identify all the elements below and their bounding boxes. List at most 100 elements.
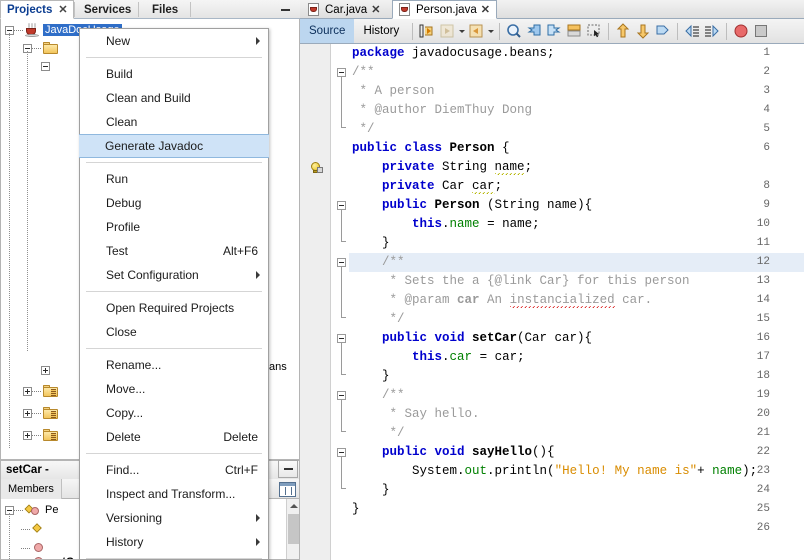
menu-item-history[interactable]: History [80,530,268,554]
tab-history[interactable]: History [354,19,408,43]
tree-expand-handle-pkg[interactable] [41,61,50,71]
tree-node-libs-2[interactable] [23,405,59,421]
window-tab-projects[interactable]: Projects ✕ [0,0,74,19]
editor-tab-car-java[interactable]: Car.java ✕ [302,0,386,19]
panel-layout-icon[interactable] [279,482,296,497]
code-line[interactable]: * A person [352,82,804,101]
code-line[interactable]: * @author DiemThuy Dong [352,101,804,120]
project-context-menu[interactable]: New Build Clean and Build Clean Generate… [79,28,269,560]
code-line[interactable]: */ [352,310,804,329]
menu-item-delete[interactable]: Delete Delete [80,425,268,449]
navigator-minimize-button[interactable] [278,460,298,478]
menu-item-profile[interactable]: Profile [80,215,268,239]
editor-tab-car-java-close-icon[interactable]: ✕ [371,3,380,16]
code-line[interactable]: package javadocusage.beans; [352,44,804,63]
code-line[interactable]: private Car car; [352,177,804,196]
code-line[interactable]: } [352,481,804,500]
fold-toggle[interactable] [337,448,346,457]
shift-line-right-icon[interactable] [703,22,721,40]
tab-source[interactable]: Source [300,19,355,43]
code-line[interactable]: } [352,500,804,519]
code-line[interactable]: } [352,367,804,386]
fold-toggle[interactable] [337,391,346,400]
menu-item-new[interactable]: New [80,29,268,53]
menu-item-rename[interactable]: Rename... [80,353,268,377]
tree-expand-handle-libs-1[interactable] [23,386,32,396]
lightbulb-hint-icon[interactable] [309,161,324,176]
editor-tab-person-java[interactable]: Person.java ✕ [392,0,497,19]
menu-item-close[interactable]: Close [80,320,268,344]
last-edit-position-icon[interactable] [418,22,436,40]
next-error-icon[interactable] [634,22,652,40]
tab-members[interactable]: Members [1,479,62,499]
tree-node-pkg[interactable] [41,58,50,74]
fold-toggle[interactable] [337,68,346,77]
stop-macro-recording-icon[interactable] [752,22,770,40]
code-line[interactable]: public void sayHello(){ [352,443,804,462]
menu-item-clean-and-build[interactable]: Clean and Build [80,86,268,110]
window-tab-files[interactable]: Files [146,0,184,19]
tree-node-src[interactable] [23,40,59,56]
code-line[interactable]: this.name = name; [352,215,804,234]
find-selection-icon[interactable] [505,22,523,40]
fold-toggle[interactable] [337,334,346,343]
start-macro-recording-icon[interactable] [732,22,750,40]
tree-node-leaf-a[interactable] [41,362,50,378]
forward-dropdown-caret[interactable] [486,22,495,40]
tree-expand-handle-libs-3[interactable] [23,430,32,440]
member-node-class[interactable]: Pe [5,502,60,518]
menu-item-clean[interactable]: Clean [80,110,268,134]
code-line[interactable]: * Sets the a {@link Car} for this person [352,272,804,291]
tree-node-libs-3[interactable] [23,427,59,443]
code-line[interactable]: private String name; [352,158,804,177]
previous-error-icon[interactable] [614,22,632,40]
menu-item-generate-javadoc[interactable]: Generate Javadoc [79,134,269,158]
tree-node-libs-1[interactable] [23,383,59,399]
code-line[interactable]: */ [352,424,804,443]
code-line[interactable]: public class Person { [352,139,804,158]
menu-item-set-configuration[interactable]: Set Configuration [80,263,268,287]
toggle-highlight-icon[interactable] [654,22,672,40]
projects-minimize-button[interactable] [277,2,294,17]
menu-item-move[interactable]: Move... [80,377,268,401]
forward-icon[interactable] [467,22,485,40]
code-line[interactable]: /** [352,63,804,82]
code-line[interactable]: */ [352,120,804,139]
menu-item-test[interactable]: Test Alt+F6 [80,239,268,263]
code-line[interactable] [352,519,804,538]
window-tab-services[interactable]: Services [78,0,137,19]
code-line[interactable]: /** [352,386,804,405]
menu-item-open-required-projects[interactable]: Open Required Projects [80,296,268,320]
next-bookmark-icon[interactable] [545,22,563,40]
previous-bookmark-icon[interactable] [525,22,543,40]
menu-item-debug[interactable]: Debug [80,191,268,215]
source-code-editor[interactable]: 1 2 3 4 5 6 8 9 10 11 12 13 14 15 16 17 … [300,44,804,560]
menu-item-build[interactable]: Build [80,62,268,86]
menu-item-inspect-and-transform[interactable]: Inspect and Transform... [80,482,268,506]
editor-tab-person-java-close-icon[interactable]: ✕ [481,3,490,16]
code-line[interactable]: this.car = car; [352,348,804,367]
menu-item-find[interactable]: Find... Ctrl+F [80,458,268,482]
code-line[interactable]: * @param car An instancialized car. [352,291,804,310]
menu-item-run[interactable]: Run [80,167,268,191]
back-dropdown-caret[interactable] [457,22,466,40]
code-line[interactable]: public void setCar(Car car){ [352,329,804,348]
menu-item-copy[interactable]: Copy... [80,401,268,425]
code-line[interactable]: * Say hello. [352,405,804,424]
tree-expand-handle-leaf-a[interactable] [41,365,50,375]
fold-toggle[interactable] [337,201,346,210]
shift-line-left-icon[interactable] [683,22,701,40]
window-tab-projects-close-icon[interactable]: ✕ [58,3,67,16]
tree-expand-handle-libs-2[interactable] [23,408,32,418]
code-line[interactable]: System.out.println("Hello! My name is"+ … [352,462,804,481]
editor-gutter[interactable] [300,44,331,560]
member-node-field[interactable] [21,521,45,537]
fold-toggle[interactable] [337,258,346,267]
toggle-rectangular-selection-icon[interactable] [585,22,603,40]
toggle-bookmark-icon[interactable] [565,22,583,40]
code-line[interactable]: public Person (String name){ [352,196,804,215]
code-line[interactable]: } [352,234,804,253]
back-icon[interactable] [438,22,456,40]
code-line[interactable]: /** [352,253,804,272]
menu-item-versioning[interactable]: Versioning [80,506,268,530]
